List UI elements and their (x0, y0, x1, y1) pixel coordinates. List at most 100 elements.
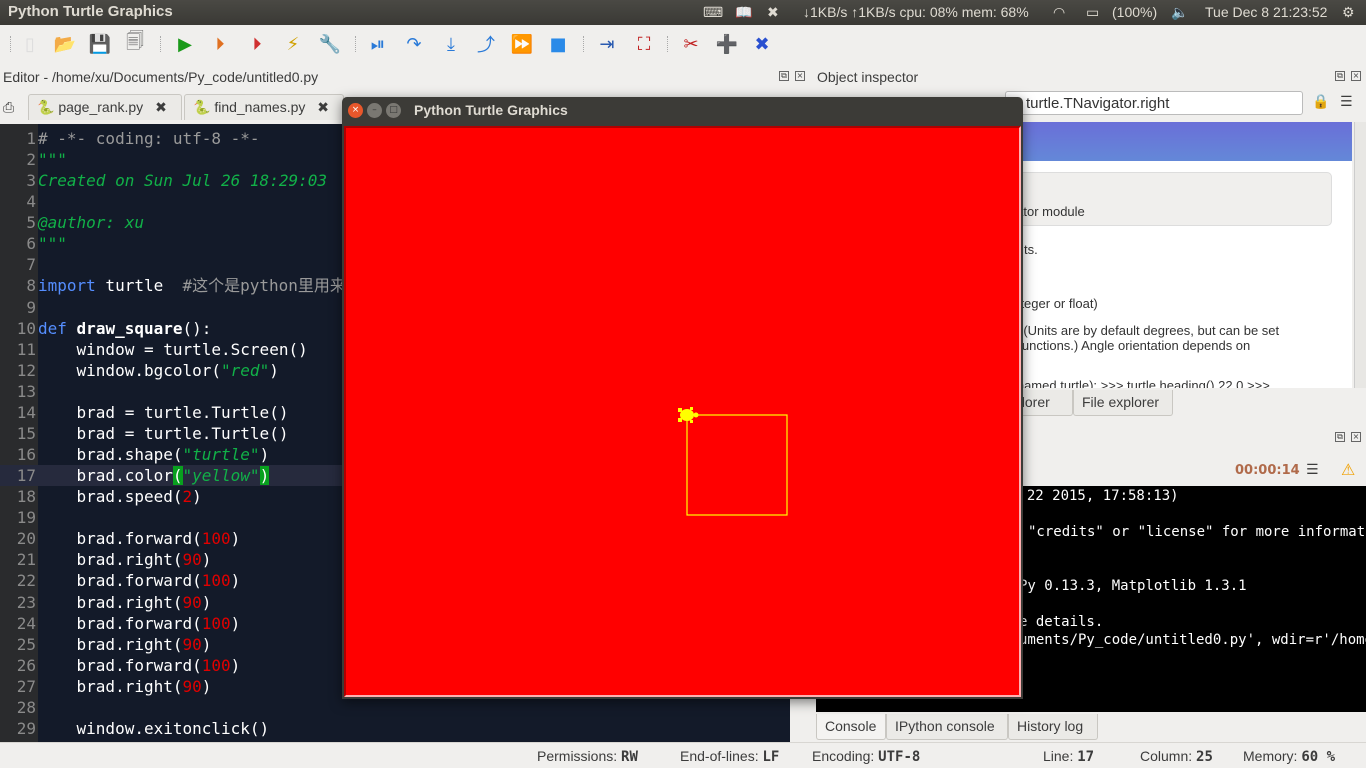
turtle-graphics-window[interactable]: × – □ Python Turtle Graphics (342, 97, 1023, 699)
code-token-def: draw_square (76, 318, 183, 338)
dropbox-icon[interactable]: ✖ (767, 4, 779, 21)
code-token-txt: brad.right( (38, 592, 183, 612)
undock-icon[interactable]: ⧉ (779, 71, 789, 81)
new-file-icon[interactable]: ▯ (18, 32, 42, 56)
battery-text[interactable]: (100%) (1112, 4, 1157, 20)
minimize-window-button[interactable]: – (367, 103, 382, 118)
book-icon[interactable]: 📖 (735, 4, 752, 21)
code-token-txt: brad = turtle.Turtle() (38, 402, 289, 422)
close-window-button[interactable]: × (348, 103, 363, 118)
code-token-str: "yellow" (182, 466, 260, 486)
run-config-icon[interactable]: ⏵ (245, 32, 269, 56)
preferences-icon[interactable]: ✂ (679, 32, 703, 56)
spyder-close-icon[interactable]: ✖ (750, 32, 774, 56)
run-icon[interactable]: ▶ (173, 32, 197, 56)
continue-icon[interactable]: ⏩ (510, 32, 534, 56)
wifi-icon[interactable]: ◠ (1053, 4, 1065, 21)
step-into-icon[interactable]: ⤓ (439, 32, 463, 56)
code-token-txt: ) (230, 571, 241, 591)
step-over-icon[interactable]: ↷ (402, 32, 426, 56)
python-path-icon[interactable]: ➕ (715, 32, 739, 56)
console-timer: 00:00:14 (1235, 463, 1300, 478)
close-tab-icon[interactable]: ✖ (155, 99, 167, 115)
code-token-doc: """ (38, 150, 67, 170)
code-token-txt: brad.right( (38, 634, 183, 654)
tab-label: page_rank.py (58, 99, 144, 115)
power-gear-icon[interactable]: ⚙ (1342, 4, 1355, 21)
turtle-canvas[interactable] (344, 126, 1021, 697)
clock[interactable]: Tue Dec 8 21:23:52 (1205, 4, 1327, 20)
debug-icon[interactable]: ⚡ (281, 32, 305, 56)
maximize-window-button[interactable]: □ (386, 103, 401, 118)
save-all-icon[interactable]: 🗐 (123, 31, 147, 56)
line-number: 6 (26, 234, 36, 254)
line-number: 2 (26, 150, 36, 170)
line-number: 23 (16, 592, 36, 612)
profile-icon[interactable]: 🔧 (318, 32, 342, 56)
code-token-kw: import (38, 276, 96, 296)
code-token-txt: ) (259, 445, 270, 465)
code-line[interactable]: 28 (0, 697, 790, 718)
battery-icon[interactable]: ▭ (1086, 4, 1099, 21)
code-token-doc: """ (38, 234, 67, 254)
tab-find-names[interactable]: 🐍 find_names.py ✖ (184, 94, 344, 120)
code-token-txt: ) (201, 592, 212, 612)
tab-history-log[interactable]: History log (1008, 714, 1098, 740)
close-pane-icon[interactable]: × (1351, 432, 1361, 442)
close-tab-icon[interactable]: ✖ (317, 99, 329, 115)
active-app-title: Python Turtle Graphics (8, 3, 173, 20)
code-token-txt: ) (192, 487, 202, 507)
lock-icon[interactable]: 🔒 (1312, 94, 1329, 110)
code-token-txt: brad.right( (38, 676, 183, 696)
code-token-num: 100 (201, 613, 231, 633)
keyboard-icon[interactable]: ⌨ (703, 4, 723, 21)
line-number: 27 (16, 676, 36, 696)
code-token-txt: brad.shape( (38, 445, 183, 465)
close-pane-icon[interactable]: × (795, 71, 805, 81)
doc-text: () functions.) Angle orientation depends… (1006, 338, 1251, 353)
code-token-txt: turtle (95, 276, 183, 296)
code-line[interactable]: 29 window.exitonclick() (0, 718, 790, 739)
tab-file-explorer[interactable]: File explorer (1073, 390, 1173, 416)
object-search-input[interactable] (1005, 91, 1303, 115)
toolbar-separator (160, 36, 162, 52)
options-menu-icon[interactable]: ☰ (1340, 94, 1353, 110)
line-number: 4 (26, 192, 36, 212)
system-monitor-text[interactable]: ↓1KB/s ↑1KB/s cpu: 08% mem: 68% (803, 4, 1029, 20)
code-token-txt: brad.speed( (38, 487, 183, 507)
undock-icon[interactable]: ⧉ (1335, 71, 1345, 81)
tab-ipython-console[interactable]: IPython console (886, 714, 1008, 740)
line-number: 9 (26, 297, 36, 317)
turtle-window-title: Python Turtle Graphics (414, 102, 568, 118)
debug-continue-icon[interactable]: ⏯ (366, 32, 390, 56)
stop-icon[interactable]: ■ (546, 32, 570, 56)
maximize-pane-icon[interactable]: ⇥ (595, 32, 619, 56)
permissions-label: Permissions: (537, 748, 618, 764)
open-file-icon[interactable]: 📂 (53, 32, 77, 56)
code-token-doc: @author: xu (38, 213, 144, 233)
tab-page-rank[interactable]: 🐍 page_rank.py ✖ (28, 94, 182, 120)
save-icon[interactable]: 💾 (88, 32, 112, 56)
toolbar-separator (667, 36, 669, 52)
line-number: 18 (16, 487, 36, 507)
fullscreen-icon[interactable]: ⛶ (632, 32, 656, 56)
line-number: 17 (16, 466, 36, 486)
undock-icon[interactable]: ⧉ (1335, 432, 1345, 442)
code-token-str: "red" (221, 360, 270, 380)
console-options-icon[interactable]: ☰ (1306, 462, 1319, 478)
permissions-value: RW (621, 749, 638, 765)
line-number: 29 (16, 718, 36, 738)
browse-tabs-icon[interactable]: ⎙ (3, 100, 14, 116)
code-token-num: 90 (182, 550, 202, 570)
line-number: 12 (16, 360, 36, 380)
volume-icon[interactable]: 🔈 (1171, 4, 1188, 21)
step-return-icon[interactable]: ⤴ (474, 32, 498, 56)
close-pane-icon[interactable]: × (1351, 71, 1361, 81)
system-top-bar: Python Turtle Graphics ⌨ 📖 ✖ ↓1KB/s ↑1KB… (0, 0, 1366, 25)
inspector-scrollbar[interactable] (1354, 122, 1366, 388)
tab-console[interactable]: Console (816, 714, 886, 740)
line-label: Line: (1043, 748, 1074, 764)
warning-icon[interactable]: ⚠ (1341, 460, 1355, 479)
run-selection-icon[interactable]: ⏵ (208, 32, 232, 56)
